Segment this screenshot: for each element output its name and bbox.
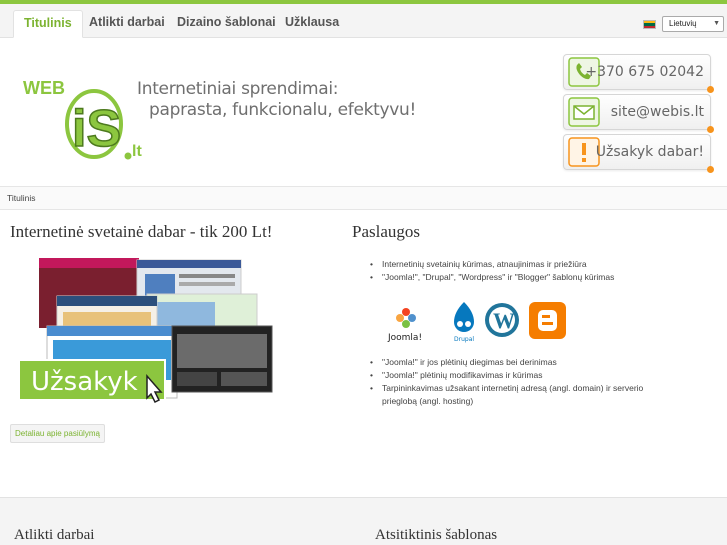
chevron-down-icon: ▼	[713, 20, 720, 27]
blogger-icon	[529, 302, 566, 339]
list-item: "Joomla!", "Drupal", "Wordpress" ir "Blo…	[370, 271, 614, 284]
list-item: Tarpininkavimas užsakant internetinį adr…	[370, 382, 650, 408]
orange-dot	[707, 166, 714, 173]
slogan-line-1: Internetiniai sprendimai:	[137, 79, 339, 99]
main-navigation: Titulinis Atlikti darbai Dizaino šablona…	[0, 4, 727, 38]
list-item: Internetinių svetainių kūrimas, atnaujin…	[370, 258, 614, 271]
order-box[interactable]: Užsakyk dabar!	[563, 134, 714, 173]
email-box[interactable]: site@webis.lt	[563, 94, 714, 133]
list-item: "Joomla!" ir jos plėtinių diegimas bei d…	[370, 356, 650, 369]
breadcrumb-bar: Titulinis	[0, 186, 727, 210]
tab-uzklausa[interactable]: Užklausa	[275, 10, 349, 38]
recent-works-title: Atlikti darbai	[14, 527, 95, 543]
phone-box[interactable]: +370 675 02042	[563, 54, 714, 93]
footer-area: Atlikti darbai Atsitiktinis šablonas	[0, 497, 727, 545]
language-select-value: Lietuvių	[669, 19, 697, 28]
list-item: "Joomla!" plėtinių modifikavimas ir kūri…	[370, 369, 650, 382]
tab-titulinis[interactable]: Titulinis	[13, 10, 83, 38]
offer-title: Internetinė svetainė dabar - tik 200 Lt!	[10, 222, 273, 241]
orange-dot	[707, 86, 714, 93]
slogan-line-2: paprasta, funkcionalu, efektyvu!	[149, 100, 417, 120]
services-list-bottom: "Joomla!" ir jos plėtinių diegimas bei d…	[370, 356, 650, 408]
slogan: Internetiniai sprendimai: paprasta, funk…	[137, 79, 416, 121]
orange-dot	[707, 126, 714, 133]
cms-label-joomla: Joomla!	[387, 333, 422, 343]
svg-text:WEB: WEB	[23, 78, 65, 98]
cms-logos: Joomla! Drupal W	[387, 302, 566, 343]
services-title: Paslaugos	[352, 222, 420, 241]
joomla-icon: Joomla!	[387, 308, 422, 343]
tab-atlikti-darbai[interactable]: Atlikti darbai	[79, 10, 175, 38]
svg-text:lt: lt	[132, 143, 142, 160]
phone-number: +370 675 02042	[585, 64, 704, 80]
svg-text:iS: iS	[72, 100, 121, 158]
site-header: WEB iS lt Internetiniai sprendimai: papr…	[0, 38, 727, 186]
tab-dizaino-sablonai[interactable]: Dizaino šablonai	[167, 10, 286, 38]
details-button[interactable]: Detaliau apie pasiūlymą	[10, 424, 105, 443]
order-now-label: Užsakyk dabar!	[595, 144, 704, 160]
promo-order-label: Užsakyk	[31, 367, 138, 397]
drupal-icon: Drupal	[454, 302, 474, 343]
wordpress-icon: W	[485, 303, 519, 337]
cms-label-drupal: Drupal	[454, 336, 474, 343]
svg-text:W: W	[493, 308, 515, 333]
lithuanian-flag-icon	[643, 20, 656, 29]
breadcrumb[interactable]: Titulinis	[7, 193, 36, 203]
services-list-top: Internetinių svetainių kūrimas, atnaujin…	[370, 258, 614, 284]
random-template-title: Atsitiktinis šablonas	[375, 527, 498, 543]
promo-image[interactable]: Užsakyk	[17, 256, 277, 418]
email-address: site@webis.lt	[610, 104, 704, 120]
envelope-icon	[568, 97, 600, 127]
language-select[interactable]: Lietuvių ▼	[662, 16, 724, 32]
